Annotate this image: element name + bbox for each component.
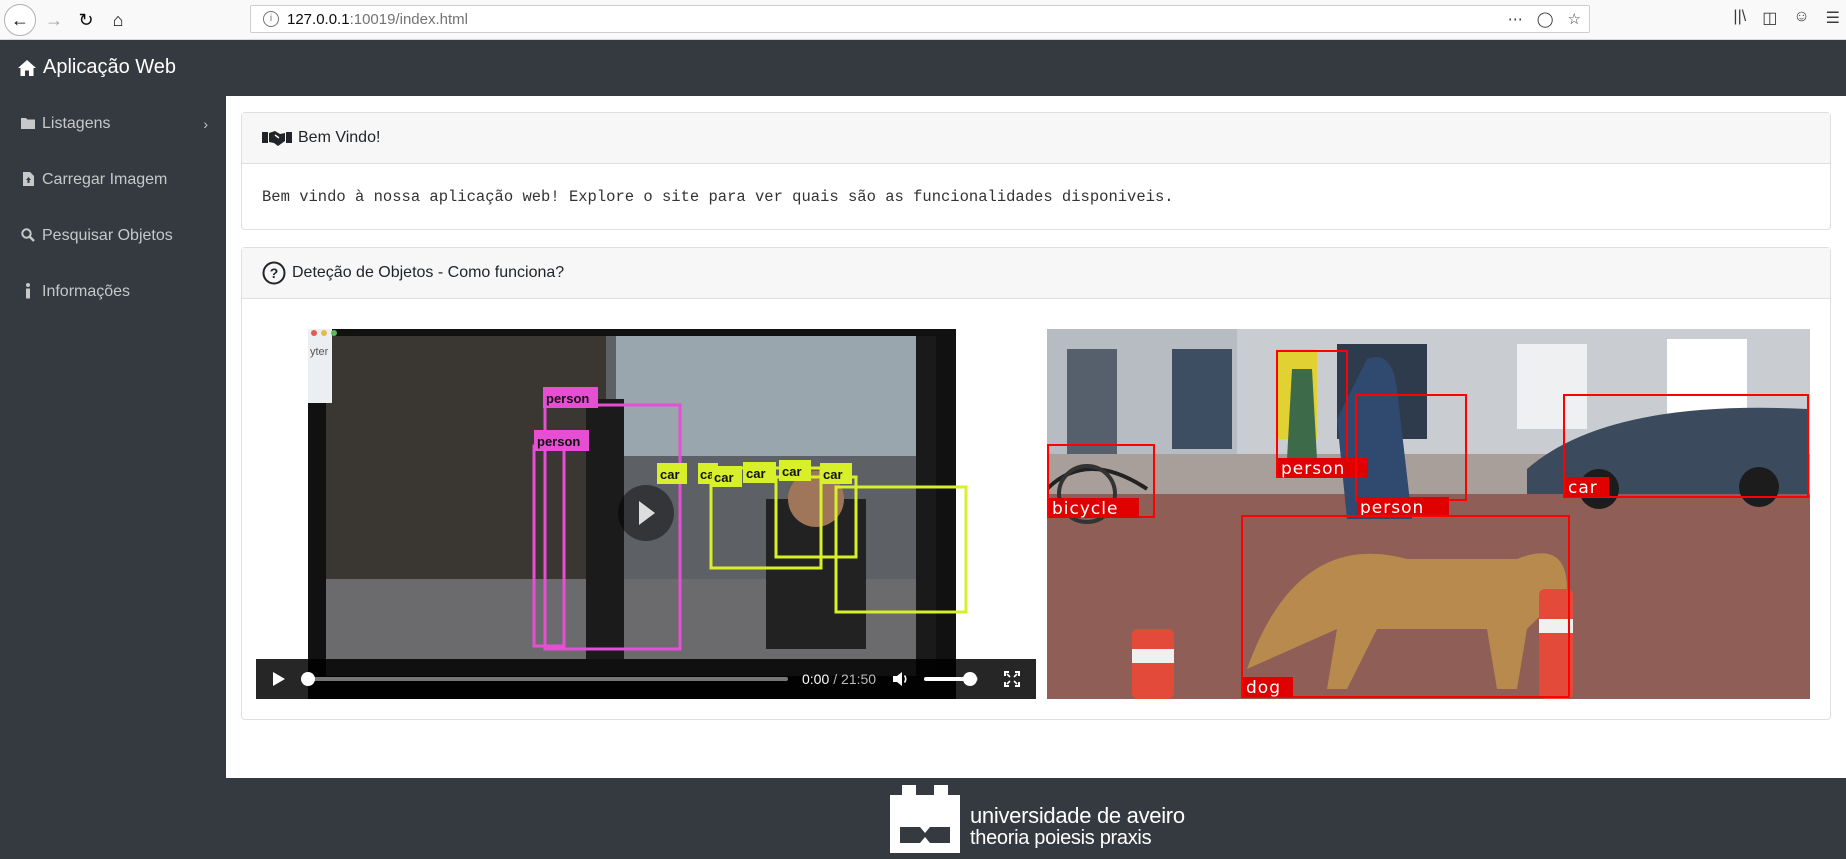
image-label: dog: [1246, 678, 1281, 698]
browser-toolbar: ← → ↻ ⌂ i 127.0.0.1:10019/index.html ⋯ ◯…: [0, 0, 1846, 40]
time-total: / 21:50: [833, 671, 877, 687]
question-circle-icon: ?: [262, 261, 286, 285]
welcome-card-header: Bem Vindo!: [242, 113, 1830, 164]
welcome-title: Bem Vindo!: [298, 129, 381, 146]
time-current: 0:00: [802, 671, 830, 687]
sidebar: Listagens › Carregar Imagem Pesquisar Ob…: [0, 96, 226, 778]
play-button[interactable]: [272, 671, 286, 687]
folder-icon: [18, 116, 38, 132]
brand-title: Aplicação Web: [43, 56, 177, 78]
video-label: car: [823, 467, 843, 482]
svg-text:?: ?: [270, 265, 279, 281]
svg-text:yter: yter: [310, 346, 329, 358]
footer-university-name: universidade de aveiro: [970, 803, 1185, 828]
library-icon[interactable]: ||\: [1733, 8, 1746, 28]
image-label: person: [1281, 459, 1345, 479]
fullscreen-icon[interactable]: [1004, 671, 1021, 687]
video-label: person: [546, 391, 589, 406]
bookmark-star-icon[interactable]: ☆: [1568, 10, 1581, 28]
top-navbar: Aplicação Web: [0, 40, 1846, 96]
welcome-card: Bem Vindo! Bem vindo à nossa aplicação w…: [241, 112, 1831, 230]
seek-bar[interactable]: [301, 672, 788, 686]
sidebar-item-label: Carregar Imagem: [42, 171, 168, 188]
page-actions-icon[interactable]: ⋯: [1508, 10, 1523, 28]
sidebar-item-label: Listagens: [42, 115, 111, 132]
volume-slider[interactable]: [924, 672, 979, 686]
home-icon[interactable]: ⌂: [102, 4, 134, 36]
account-icon[interactable]: ☺: [1793, 8, 1809, 28]
site-info-icon[interactable]: i: [263, 11, 279, 27]
menu-icon[interactable]: ☰: [1826, 8, 1840, 28]
detection-title: Deteção de Objetos - Como funciona?: [292, 264, 565, 281]
university-logo: [890, 785, 960, 853]
brand-link[interactable]: Aplicação Web: [17, 56, 176, 79]
home-icon: [18, 59, 36, 76]
sidebar-item-informacoes[interactable]: Informações: [0, 264, 226, 320]
reload-icon[interactable]: ↻: [70, 4, 102, 36]
file-upload-icon: [18, 171, 38, 189]
detection-card-header: ? Deteção de Objetos - Como funciona?: [242, 248, 1830, 299]
sidebar-toggle-icon[interactable]: ◫: [1762, 8, 1777, 28]
footer: universidade de aveiro theoria poiesis p…: [0, 778, 1846, 859]
chevron-right-icon: ›: [203, 116, 208, 132]
seek-thumb[interactable]: [301, 672, 315, 686]
sidebar-item-label: Pesquisar Objetos: [42, 227, 173, 244]
demo-video-player[interactable]: yter person person car car car car car c…: [256, 329, 1036, 699]
video-frame: yter person person car car car car car c…: [256, 329, 1036, 699]
sidebar-item-label: Informações: [42, 283, 131, 300]
image-label: bicycle: [1052, 499, 1118, 519]
video-label: car: [714, 470, 734, 485]
video-label: car: [660, 467, 680, 482]
video-label: car: [782, 464, 802, 479]
forward-icon[interactable]: →: [38, 4, 70, 36]
sidebar-item-pesquisar-objetos[interactable]: Pesquisar Objetos: [0, 208, 226, 264]
detection-example-image: person person car bicycle dog: [1047, 329, 1810, 699]
volume-icon[interactable]: [892, 671, 910, 687]
search-icon: [18, 227, 38, 245]
footer-motto: theoria poiesis praxis: [970, 827, 1152, 849]
sidebar-item-listagens[interactable]: Listagens ›: [0, 96, 226, 152]
video-label: person: [537, 434, 580, 449]
pocket-icon[interactable]: ◯: [1537, 10, 1554, 28]
video-label: car: [746, 466, 766, 481]
handshake-icon: [262, 129, 292, 147]
video-controls: 0:00 / 21:50: [256, 659, 1036, 699]
sidebar-item-carregar-imagem[interactable]: Carregar Imagem: [0, 152, 226, 208]
image-label: car: [1568, 478, 1598, 498]
volume-thumb[interactable]: [962, 672, 977, 686]
welcome-text: Bem vindo à nossa aplicação web! Explore…: [262, 188, 1174, 206]
info-icon: [18, 282, 38, 302]
back-icon[interactable]: ←: [4, 4, 36, 36]
url-bar[interactable]: i 127.0.0.1:10019/index.html ⋯ ◯ ☆: [250, 5, 1590, 33]
url-text[interactable]: 127.0.0.1:10019/index.html: [287, 11, 468, 28]
